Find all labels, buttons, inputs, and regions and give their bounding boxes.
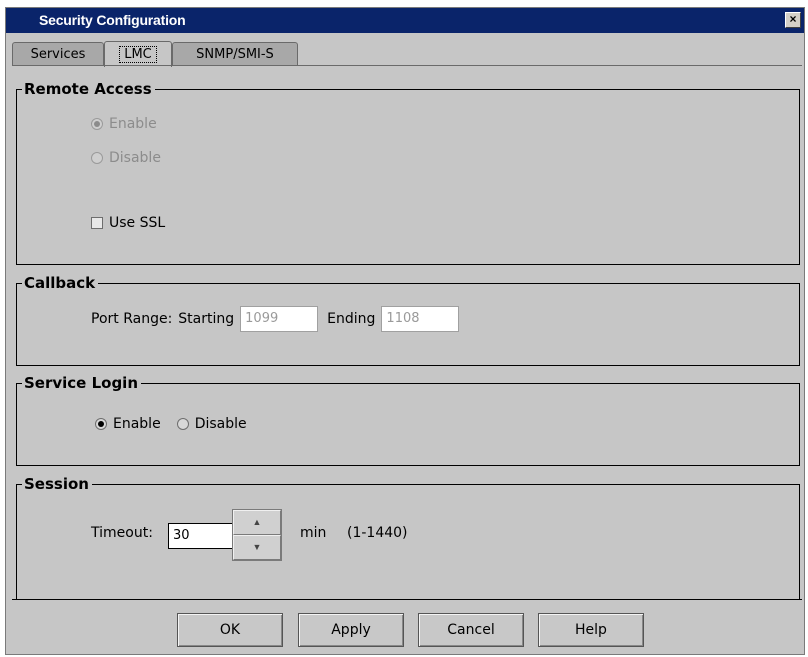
ok-button[interactable]: OK xyxy=(177,613,283,647)
timeout-row: Timeout: 30 ▲ ▼ min (1-1440) xyxy=(16,509,800,563)
service-login-options: Enable Disable xyxy=(95,416,247,432)
remote-access-enable-option[interactable]: Enable xyxy=(91,116,157,132)
remote-access-disable-radio[interactable] xyxy=(91,152,103,164)
starting-port-input[interactable]: 1099 xyxy=(240,306,319,332)
service-login-enable-label[interactable]: Enable xyxy=(113,416,161,432)
title-bar[interactable]: Security Configuration × xyxy=(6,8,804,33)
ending-port-input[interactable]: 1108 xyxy=(381,306,460,332)
remote-access-group: Remote Access Enable Disable Use SSL xyxy=(16,80,800,265)
timeout-input[interactable]: 30 xyxy=(168,523,233,549)
tab-services[interactable]: Services xyxy=(12,42,104,66)
starting-label: Starting xyxy=(178,311,235,327)
window-title: Security Configuration xyxy=(39,12,186,28)
use-ssl-checkbox[interactable] xyxy=(91,217,103,229)
use-ssl-label: Use SSL xyxy=(109,215,166,231)
tab-lmc-label: LMC xyxy=(119,46,157,63)
apply-button[interactable]: Apply xyxy=(298,613,404,647)
help-button[interactable]: Help xyxy=(538,613,644,647)
remote-access-disable-option[interactable]: Disable xyxy=(91,150,161,166)
service-login-disable-label[interactable]: Disable xyxy=(195,416,247,432)
timeout-spinner: ▲ ▼ xyxy=(232,509,282,561)
tab-services-label: Services xyxy=(30,47,86,62)
timeout-label: Timeout: xyxy=(91,525,153,541)
service-login-group: Service Login Enable Disable xyxy=(16,374,800,466)
spinner-down-icon[interactable]: ▼ xyxy=(233,535,281,560)
timeout-range: (1-1440) xyxy=(347,525,408,541)
tab-divider xyxy=(12,65,802,66)
cancel-button[interactable]: Cancel xyxy=(418,613,524,647)
use-ssl-option[interactable]: Use SSL xyxy=(91,215,165,231)
port-range-label: Port Range: xyxy=(91,311,173,327)
remote-access-legend: Remote Access xyxy=(22,80,155,98)
remote-access-enable-radio[interactable] xyxy=(91,118,103,130)
remote-access-disable-label: Disable xyxy=(109,150,161,166)
port-range-row: Port Range: Starting 1099 Ending 1108 xyxy=(91,306,460,332)
footer-separator xyxy=(12,599,802,600)
spinner-up-icon[interactable]: ▲ xyxy=(233,510,281,535)
tab-lmc[interactable]: LMC xyxy=(104,41,172,67)
timeout-unit: min xyxy=(300,525,327,541)
ending-label: Ending xyxy=(327,311,376,327)
service-login-enable-radio[interactable] xyxy=(95,418,107,430)
remote-access-enable-label: Enable xyxy=(109,116,157,132)
service-login-disable-radio[interactable] xyxy=(176,418,189,430)
close-icon[interactable]: × xyxy=(785,12,801,28)
callback-group: Callback Port Range: Starting 1099 Endin… xyxy=(16,274,800,366)
callback-legend: Callback xyxy=(22,274,99,292)
session-group: Session Timeout: 30 ▲ ▼ min (1-1440) xyxy=(16,475,800,600)
service-login-legend: Service Login xyxy=(22,374,142,392)
session-legend: Session xyxy=(22,475,92,493)
tab-snmp-smi-s[interactable]: SNMP/SMI-S xyxy=(172,42,298,66)
tab-snmp-label: SNMP/SMI-S xyxy=(196,47,274,62)
